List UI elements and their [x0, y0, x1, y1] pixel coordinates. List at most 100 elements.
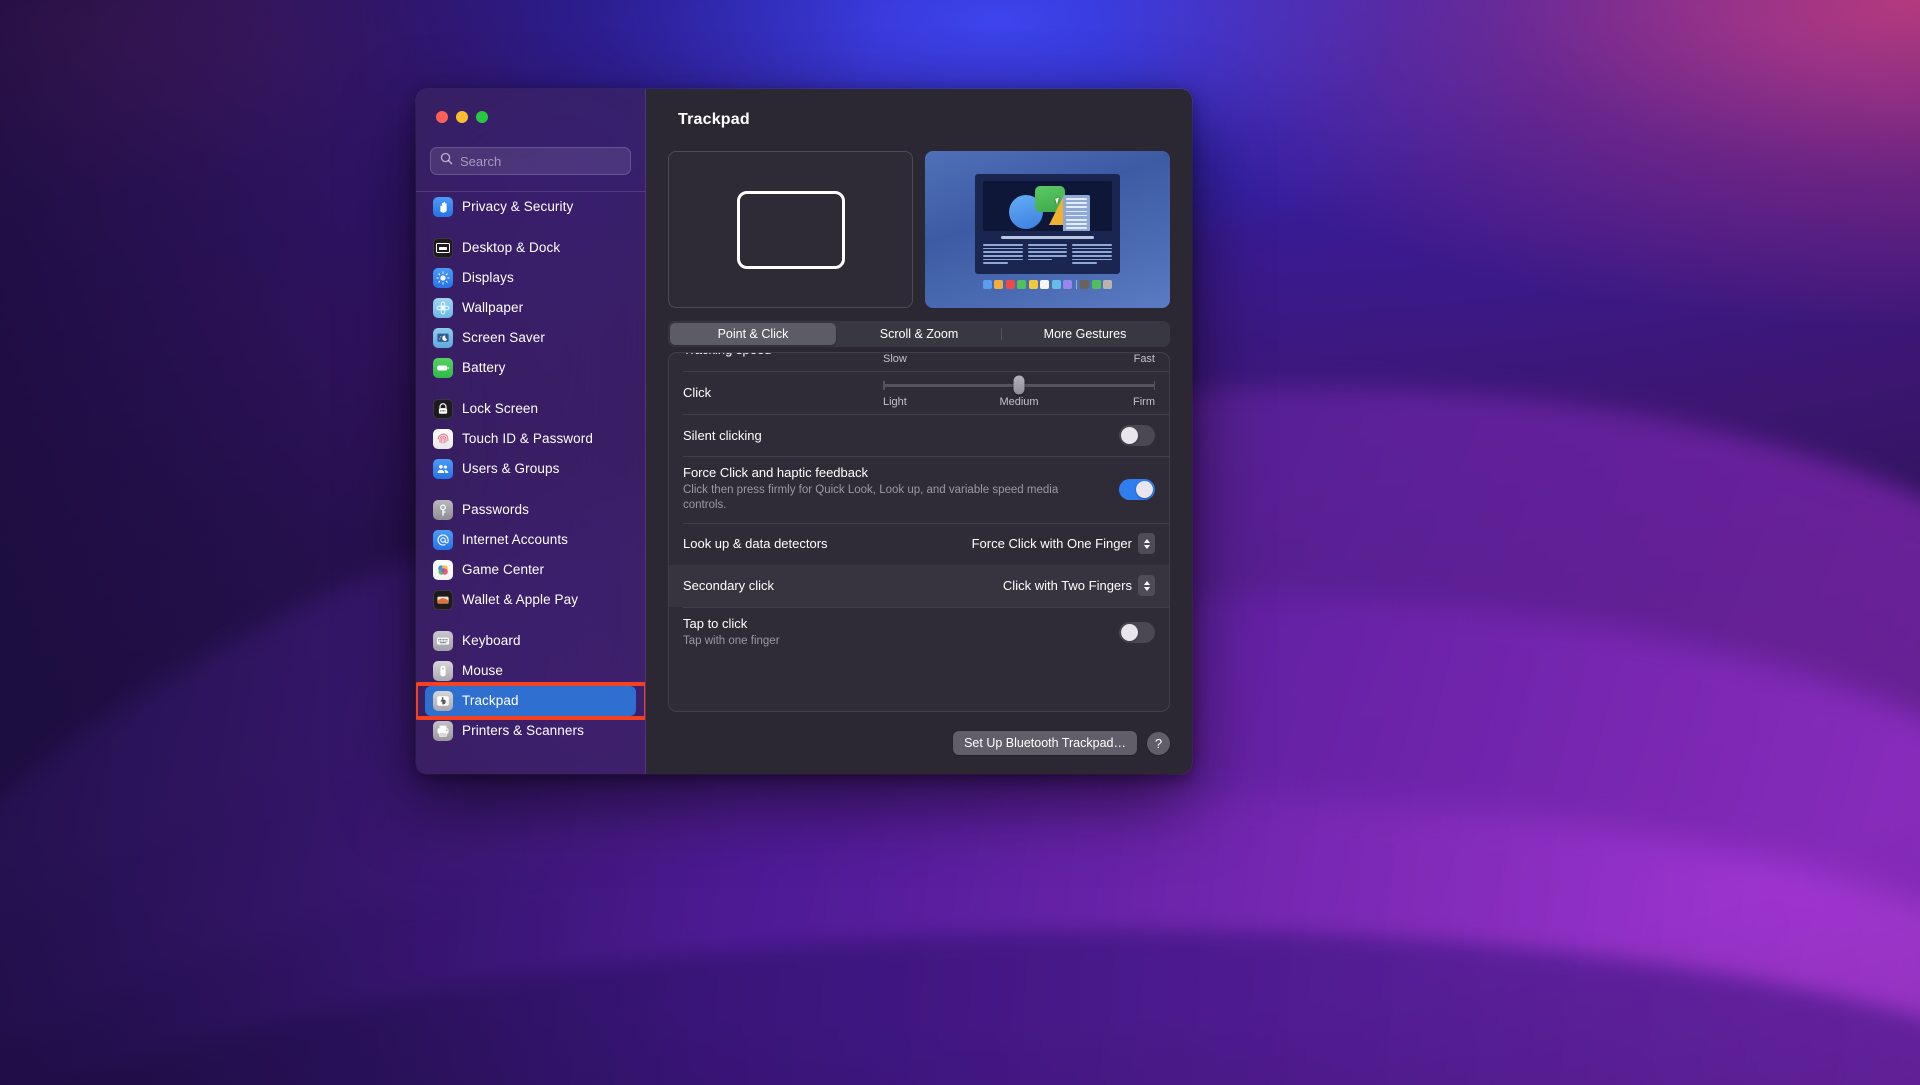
setting-description: Click then press firmly for Quick Look, … — [683, 484, 1059, 512]
sidebar-item-label: Passwords — [462, 502, 529, 517]
setting-label-column: Silent clicking — [683, 419, 1119, 452]
search-box[interactable] — [430, 147, 631, 175]
color-swatch — [994, 280, 1004, 289]
video-canvas — [983, 181, 1112, 231]
help-button[interactable]: ? — [1147, 731, 1170, 755]
color-swatch — [1063, 280, 1073, 289]
setting-label-column: Secondary click — [683, 569, 999, 602]
color-swatch — [1017, 280, 1027, 289]
sidebar-item-game-center[interactable]: Game Center — [425, 555, 636, 585]
zoom-button[interactable] — [476, 111, 488, 123]
sidebar-item-label: Desktop & Dock — [462, 240, 561, 255]
sidebar-item-privacy-security[interactable]: Privacy & Security — [425, 192, 636, 222]
setting-label-column: Click — [683, 376, 883, 409]
slider-container: Slow Fast — [883, 352, 1155, 371]
slider-endcap-right — [1153, 380, 1155, 390]
setting-label-column: Tap to click Tap with one finger — [683, 607, 1119, 658]
sidebar-item-displays[interactable]: Displays — [425, 263, 636, 293]
sidebar-item-users-groups[interactable]: Users & Groups — [425, 454, 636, 484]
swatch-separator — [1075, 280, 1077, 289]
sidebar-item-wallpaper[interactable]: Wallpaper — [425, 293, 636, 323]
setting-row-force-click-and-haptic-feedback: Force Click and haptic feedback Click the… — [669, 456, 1169, 523]
detail-footer: Set Up Bluetooth Trackpad… ? — [646, 712, 1192, 774]
game-center-icon — [433, 559, 453, 580]
flower-icon — [433, 297, 453, 318]
preview-row — [668, 151, 1170, 308]
tab-point-click[interactable]: Point & Click — [670, 323, 836, 345]
sidebar-item-keyboard[interactable]: Keyboard — [425, 626, 636, 656]
sidebar-item-passwords[interactable]: Passwords — [425, 495, 636, 525]
sidebar-item-screen-saver[interactable]: Screen Saver — [425, 323, 636, 353]
color-swatch — [982, 280, 992, 289]
video-color-swatches — [982, 280, 1113, 289]
trackpad-gesture-video-thumbnail[interactable] — [925, 151, 1170, 308]
color-swatch — [1091, 280, 1101, 289]
settings-scroll-area[interactable]: Tracking speedSlow Fast Click Light Medium Fi… — [668, 352, 1170, 712]
window-traffic-lights — [416, 89, 645, 137]
tab-bar: Point & Click Scroll & Zoom More Gestures — [668, 321, 1170, 347]
setting-label: Force Click and haptic feedback — [683, 465, 868, 480]
toggle-knob — [1121, 426, 1138, 444]
color-swatch — [1005, 280, 1015, 289]
video-text-columns — [983, 244, 1113, 266]
close-button[interactable] — [436, 111, 448, 123]
sidebar-item-internet-accounts[interactable]: Internet Accounts — [425, 525, 636, 555]
toggle-switch[interactable] — [1119, 424, 1155, 446]
setting-row-silent-clicking: Silent clicking — [669, 414, 1169, 456]
video-screen — [975, 174, 1120, 274]
sidebar-item-label: Users & Groups — [462, 461, 560, 476]
sidebar-item-label: Game Center — [462, 562, 545, 577]
color-swatch — [1103, 280, 1113, 289]
sidebar-item-label: Trackpad — [462, 693, 519, 708]
slider-legend-left: Slow — [883, 352, 907, 365]
slider-legend-right: Firm — [1133, 396, 1155, 408]
setting-label: Tracking speed — [683, 353, 883, 357]
detail-pane: Trackpad Point & Click Scroll & Zoom Mor… — [646, 89, 1192, 774]
set-up-bluetooth-trackpad-button[interactable]: Set Up Bluetooth Trackpad… — [953, 731, 1137, 755]
desktop-wallpaper: Privacy & Security Desktop & Dock Displays… — [0, 0, 1920, 1085]
fingerprint-icon — [433, 428, 453, 449]
keyboard-icon — [433, 630, 453, 651]
sidebar-item-label: Printers & Scanners — [462, 723, 584, 738]
brightness-icon — [433, 267, 453, 288]
popup-button-secondary-click[interactable]: Click with Two Fingers — [999, 573, 1155, 598]
minimize-button[interactable] — [456, 111, 468, 123]
search-input[interactable] — [460, 153, 621, 169]
toggle-switch[interactable] — [1119, 621, 1155, 643]
setting-row-tap-to-click: Tap to click Tap with one finger — [669, 606, 1169, 658]
sidebar-item-label: Screen Saver — [462, 330, 545, 345]
sidebar-item-mouse[interactable]: Mouse — [425, 656, 636, 686]
trackpad-icon — [433, 690, 453, 711]
padlock-icon — [433, 398, 453, 419]
sidebar-item-wallet-apple-pay[interactable]: Wallet & Apple Pay — [425, 585, 636, 615]
setting-label: Look up & data detectors — [683, 536, 828, 552]
sidebar-item-printers-scanners[interactable]: Printers & Scanners — [425, 716, 636, 746]
sidebar-item-desktop-dock[interactable]: Desktop & Dock — [425, 233, 636, 263]
slider-legend-left: Light — [883, 396, 907, 408]
tab-label: Point & Click — [717, 327, 789, 341]
toggle-knob — [1121, 623, 1138, 641]
sidebar-item-lock-screen[interactable]: Lock Screen — [425, 394, 636, 424]
popup-button-look-up-data-detectors[interactable]: Force Click with One Finger — [968, 531, 1155, 556]
page-title: Trackpad — [678, 111, 750, 128]
screensaver-icon — [433, 327, 453, 348]
slider-track-wrap[interactable] — [883, 375, 1155, 395]
key-icon — [433, 499, 453, 520]
tab-scroll-zoom[interactable]: Scroll & Zoom — [836, 323, 1002, 345]
sidebar-scroll-area[interactable]: Privacy & Security Desktop & Dock Displays… — [416, 175, 645, 774]
color-swatch — [1028, 280, 1038, 289]
tab-more-gestures[interactable]: More Gestures — [1002, 323, 1168, 345]
sidebar-item-touch-id-password[interactable]: Touch ID & Password — [425, 424, 636, 454]
slider-knob[interactable] — [1013, 375, 1025, 395]
toggle-switch[interactable] — [1119, 478, 1155, 500]
sidebar-item-trackpad[interactable]: Trackpad — [425, 685, 636, 716]
video-toolbar — [1001, 236, 1094, 239]
search-icon — [440, 152, 453, 170]
hand-raised-icon — [433, 196, 453, 217]
printer-icon — [433, 720, 453, 741]
at-sign-icon — [433, 529, 453, 550]
toggle-knob — [1136, 480, 1153, 498]
sidebar-item-battery[interactable]: Battery — [425, 353, 636, 383]
sidebar-item-label: Wallet & Apple Pay — [462, 592, 579, 607]
